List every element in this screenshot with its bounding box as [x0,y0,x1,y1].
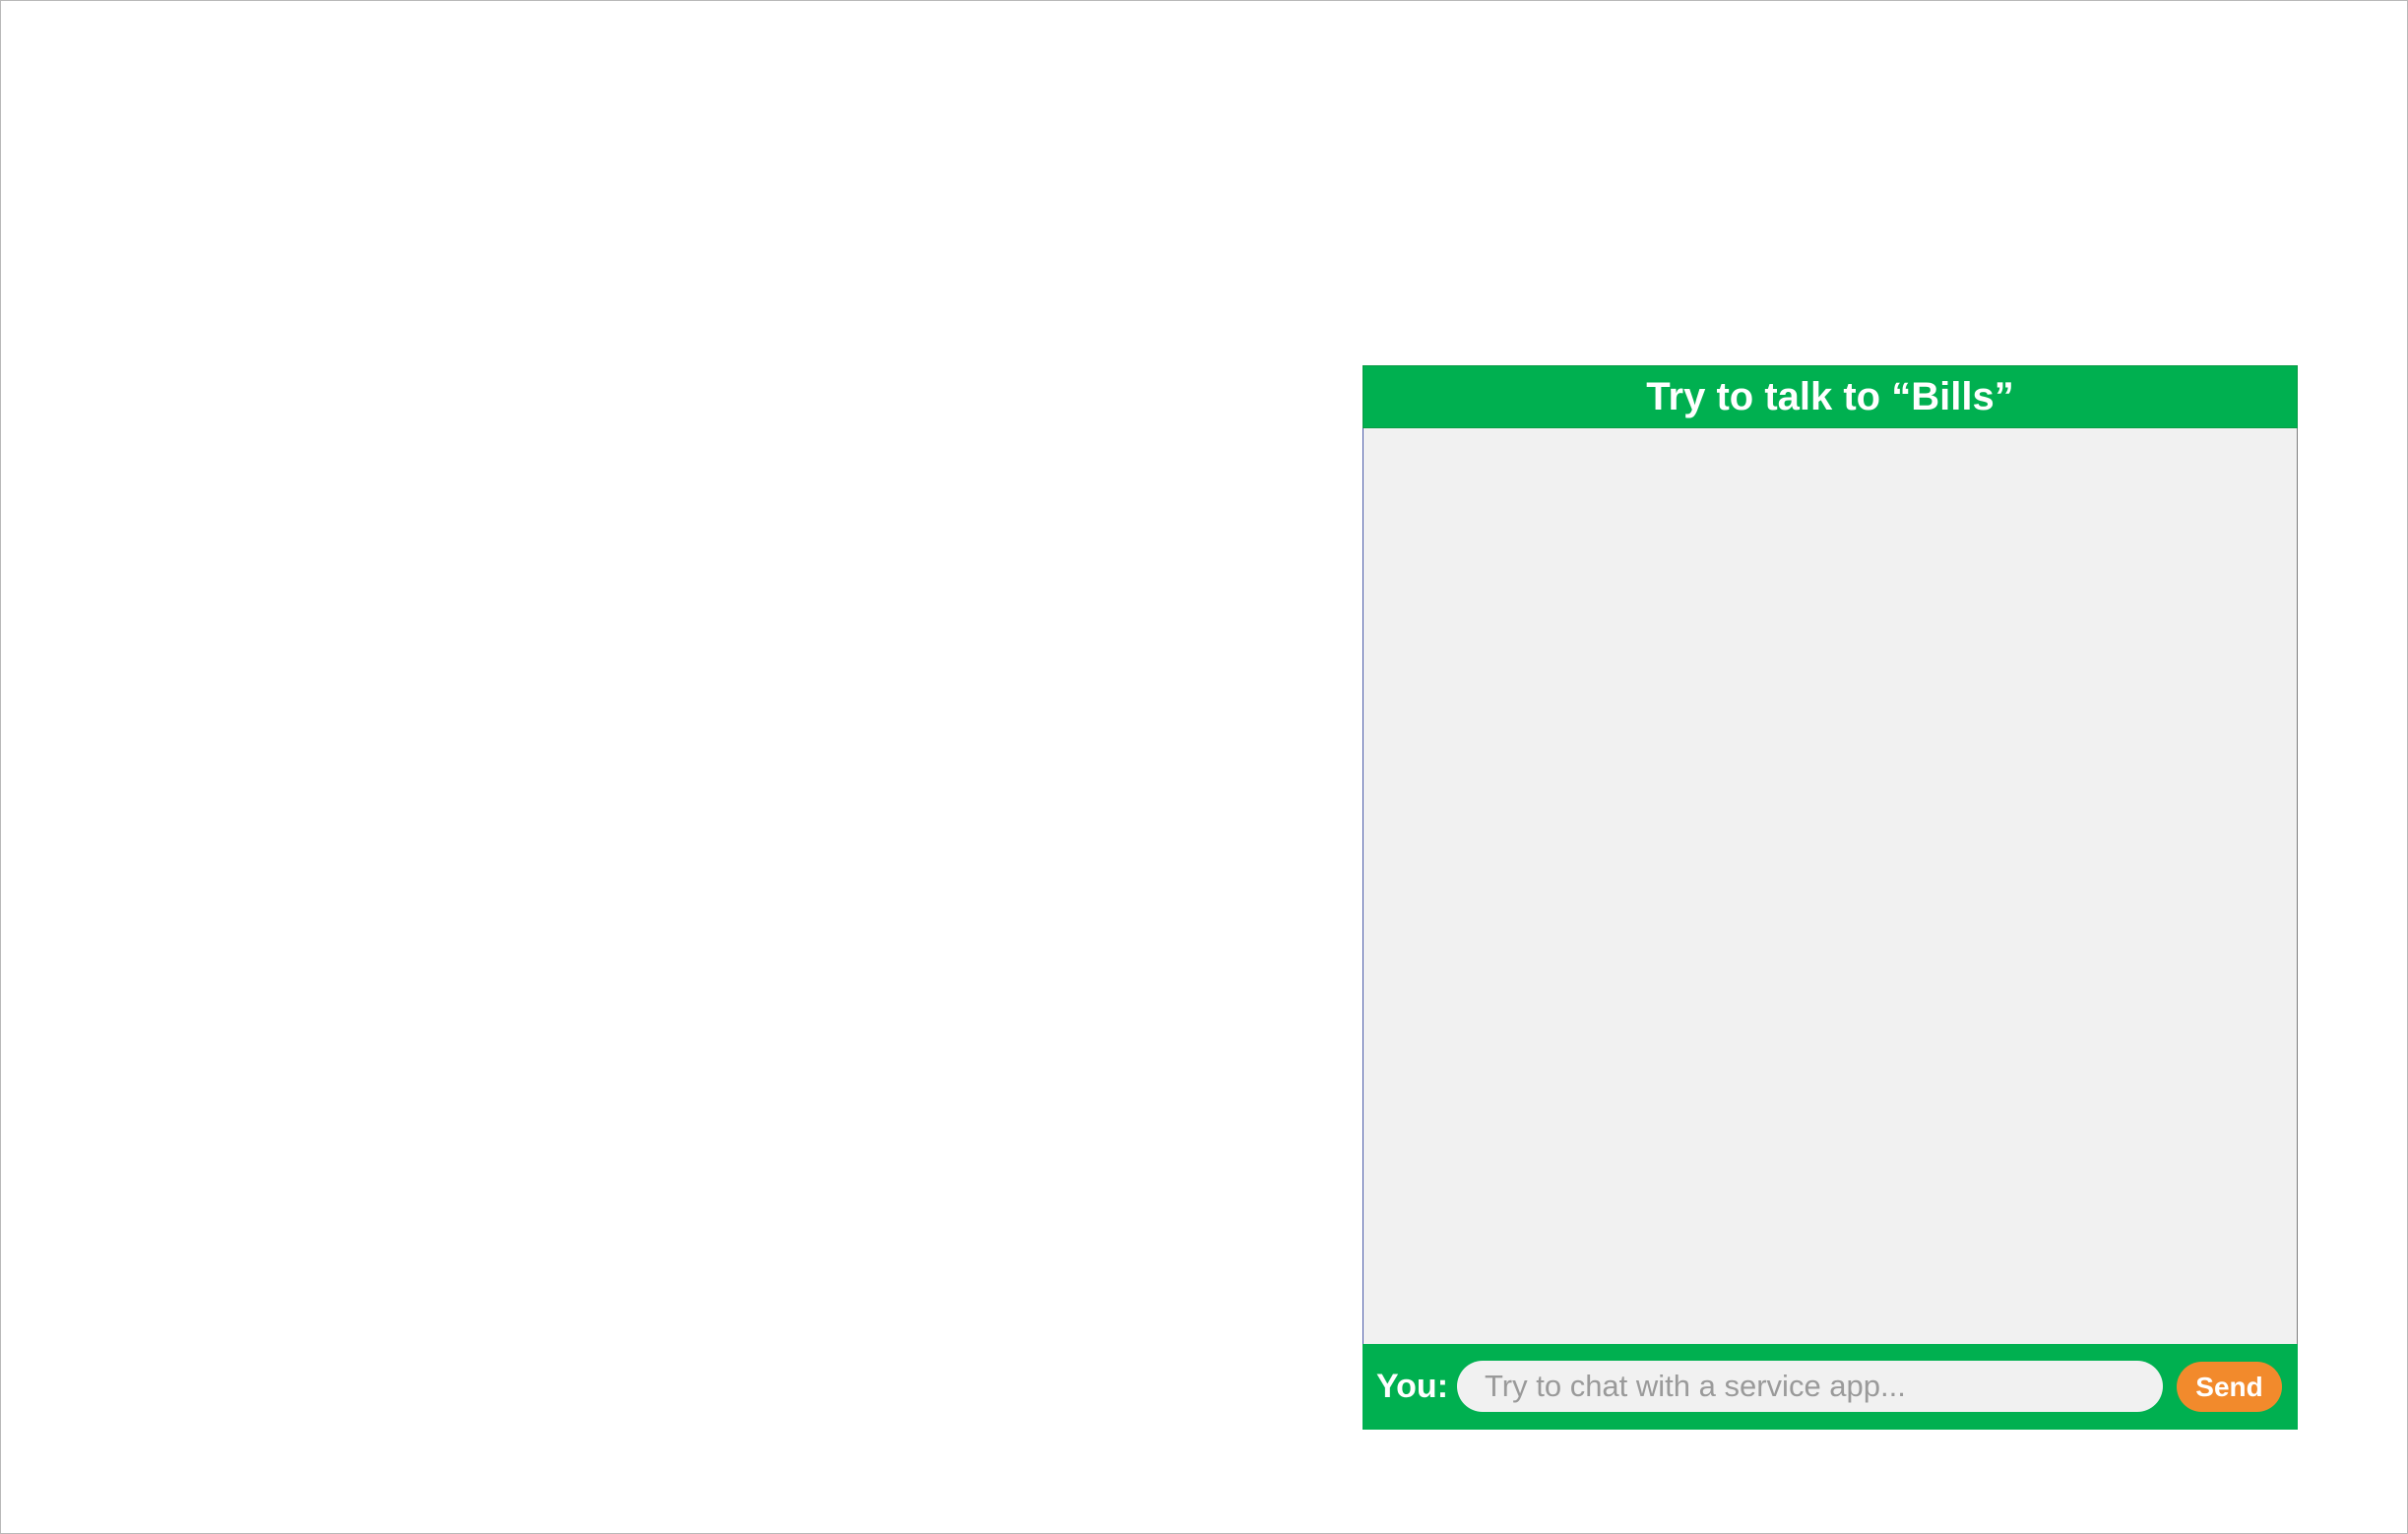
chat-window: Try to talk to “Bills” You: Send [1362,365,2298,1430]
chat-messages-area[interactable] [1362,428,2298,1344]
message-input[interactable] [1457,1361,2163,1412]
chat-title: Try to talk to “Bills” [1646,375,2014,418]
you-label: You: [1376,1368,1449,1405]
chat-header: Try to talk to “Bills” [1362,365,2298,428]
send-button[interactable]: Send [2177,1362,2282,1412]
chat-composer: You: Send [1362,1344,2298,1430]
